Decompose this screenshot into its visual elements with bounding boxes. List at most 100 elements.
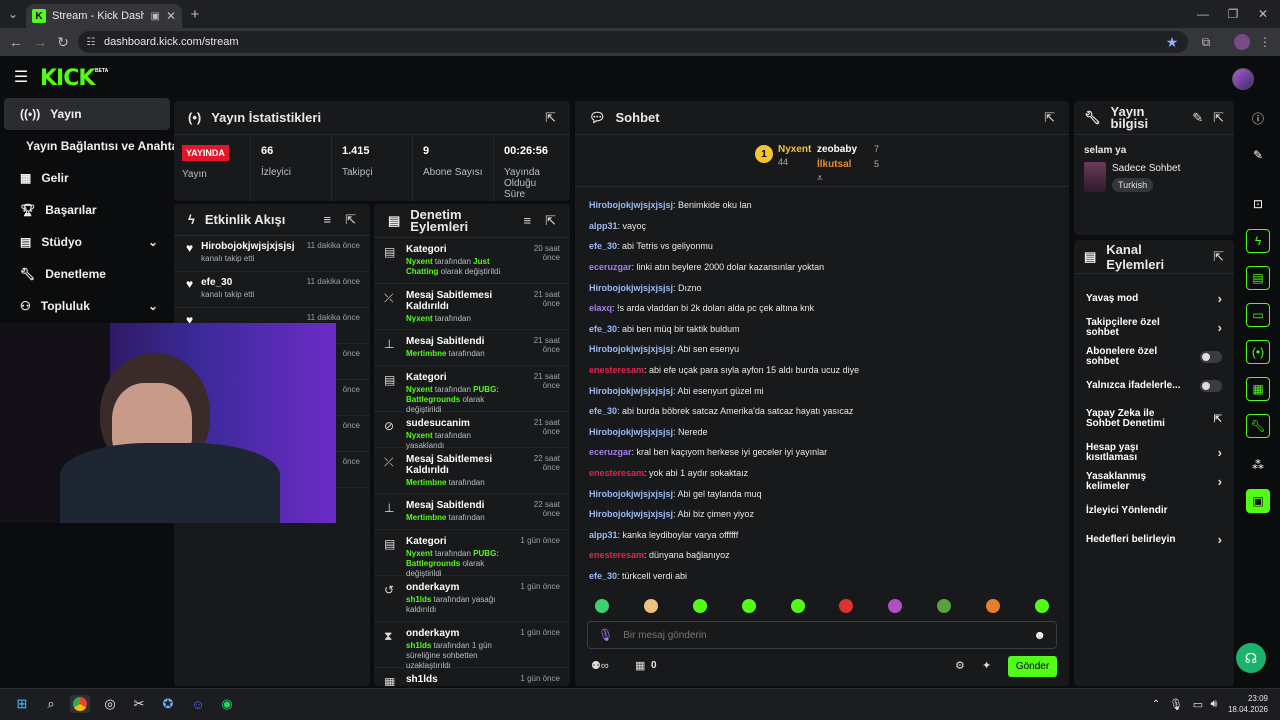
maximize-icon[interactable]: ❐ xyxy=(1226,6,1240,22)
chat-username[interactable]: Hirobojokjwjsjxjsjsj xyxy=(589,199,673,211)
channel-action-item[interactable]: Yasaklanmış kelimeler › xyxy=(1074,467,1234,496)
windows-start-icon[interactable]: ⊞ xyxy=(12,695,32,713)
emote-icon[interactable] xyxy=(741,599,756,613)
sidebar-item-moderation[interactable]: 🔧︎ Denetleme xyxy=(4,258,170,290)
wrench-icon[interactable]: 🔧︎ xyxy=(1246,414,1270,438)
activity-user[interactable]: Hirobojokjwjsjxjsjsj xyxy=(201,241,299,252)
obs-icon[interactable]: ◎ xyxy=(100,695,120,713)
category-name[interactable]: Sadece Sohbet xyxy=(1112,163,1180,174)
third-gifter-name[interactable]: İlkutsal xyxy=(817,159,851,170)
moderation-actor[interactable]: Nyxent xyxy=(406,431,433,440)
activity-item[interactable]: ♥ Hirobojokjwjsjxjsjsj kanalı takip etti… xyxy=(174,236,370,272)
moderation-item[interactable]: ▤ Kategori Nyxent tarafından PUBG: Battl… xyxy=(374,366,570,414)
emote-icon[interactable] xyxy=(937,599,952,613)
moderation-actor[interactable]: Mertimbne xyxy=(406,513,446,522)
spotify-icon[interactable]: ◉ xyxy=(217,695,237,713)
chat-input[interactable]: 🎙︎ ☻ xyxy=(587,621,1057,649)
tray-chevron-icon[interactable]: ⌃ xyxy=(1146,695,1166,713)
chat-username[interactable]: efe_30 xyxy=(589,570,617,582)
filter-icon[interactable]: ≡ xyxy=(324,212,332,228)
volume-icon[interactable]: 🔊︎ xyxy=(1204,695,1224,713)
points-icon[interactable]: ⚉∞ xyxy=(591,659,609,672)
chat-username[interactable]: Hirobojokjwjsjxjsjsj xyxy=(589,426,673,438)
browser-menu-icon[interactable]: ⋮ xyxy=(1258,34,1272,50)
moderation-actor[interactable]: sh1lds xyxy=(406,595,431,604)
emote-icon[interactable] xyxy=(595,599,609,613)
moderation-actor[interactable]: Mertimbne xyxy=(406,349,446,358)
emote-icon[interactable] xyxy=(888,599,903,613)
chat-username[interactable]: Hirobojokjwjsjxjsjsj xyxy=(589,282,673,294)
site-info-icon[interactable]: ☷ xyxy=(84,35,98,49)
sidebar-item-stream[interactable]: ((•)) Yayın xyxy=(4,98,170,130)
support-icon[interactable]: ☊ xyxy=(1236,643,1266,673)
bookmark-star-icon[interactable]: ★ xyxy=(1164,34,1180,50)
channel-action-item[interactable]: Yapay Zeka ile Sohbet Denetimi ⇱ xyxy=(1074,400,1234,438)
chat-username[interactable]: alpp31 xyxy=(589,220,618,232)
microphone-icon[interactable]: 🎙︎ xyxy=(598,628,613,642)
toggle-switch[interactable] xyxy=(1200,350,1222,363)
chat-message-field[interactable] xyxy=(623,629,1024,641)
emote-icon[interactable] xyxy=(790,599,805,613)
expand-leaderboard-icon[interactable]: ⩡ xyxy=(817,173,823,184)
chat-username[interactable]: elaxq xyxy=(589,302,612,314)
emote-icon[interactable] xyxy=(643,599,658,613)
moderation-actor[interactable]: sh1lds xyxy=(406,641,431,650)
broadcast-icon[interactable]: (•) xyxy=(1246,340,1270,364)
network-app-icon[interactable]: ✪ xyxy=(158,695,178,713)
microphone-icon[interactable]: 🎙︎ xyxy=(1166,695,1186,713)
lightning-icon[interactable]: ϟ xyxy=(1246,229,1270,253)
chat-username[interactable]: eceruzgar xyxy=(589,261,632,273)
forward-icon[interactable]: → xyxy=(32,34,48,50)
sidebar-item-stream-key[interactable]: Yayın Bağlantısı ve Anahtarı xyxy=(4,130,186,162)
moderation-item[interactable]: ⊘ sudesucanim Nyxent tarafından yasaklan… xyxy=(374,412,570,450)
moderation-actor[interactable]: Nyxent xyxy=(406,385,433,394)
info-icon[interactable]: ⓘ xyxy=(1246,106,1270,130)
chat-username[interactable]: eceruzgar xyxy=(589,446,632,458)
chat-username[interactable]: alpp31 xyxy=(589,529,618,541)
emoji-icon[interactable]: ☻ xyxy=(1033,628,1046,642)
channel-action-item[interactable]: Takipçilere özel sohbet › xyxy=(1074,313,1234,342)
chat-username[interactable]: Hirobojokjwjsjxjsjsj xyxy=(589,488,673,500)
extensions-icon[interactable]: ⧉ xyxy=(1198,34,1214,50)
channel-action-item[interactable]: Hedefleri belirleyin › xyxy=(1074,525,1234,554)
moderation-item[interactable]: ⤫ Mesaj Sabitlemesi Kaldırıldı Nyxent ta… xyxy=(374,284,570,330)
moderation-actor[interactable]: Mertimbne xyxy=(406,478,446,487)
channel-action-item[interactable]: Yalnızca ifadelerle... xyxy=(1074,371,1234,400)
emote-icon[interactable] xyxy=(839,599,854,613)
document-icon[interactable]: ▤ xyxy=(1246,266,1270,290)
channel-action-item[interactable]: İzleyici Yönlendir xyxy=(1074,496,1234,525)
tab-list-icon[interactable]: ⌄ xyxy=(4,6,22,22)
new-tab-icon[interactable]: + xyxy=(188,6,202,23)
chrome-icon[interactable] xyxy=(70,695,90,713)
category-thumbnail[interactable] xyxy=(1084,162,1106,192)
chat-username[interactable]: Hirobojokjwjsjxjsjsj xyxy=(589,385,673,397)
popout-icon[interactable]: ⇱ xyxy=(545,110,556,126)
reload-icon[interactable]: ↻ xyxy=(55,34,71,50)
edit-icon[interactable]: ✎ xyxy=(1192,110,1203,126)
moderation-item[interactable]: ⊥ Mesaj Sabitlendi Mertimbne tarafından … xyxy=(374,330,570,366)
filter-icon[interactable]: ≡ xyxy=(524,213,532,229)
send-button[interactable]: Gönder xyxy=(1008,656,1057,677)
edit-icon[interactable]: ✎ xyxy=(1246,143,1270,167)
search-icon[interactable]: ⌕ xyxy=(41,695,61,713)
top-gifter-name[interactable]: Nyxent xyxy=(778,144,811,155)
moderation-item[interactable]: ▤ Kategori Nyxent tarafından Just Chatti… xyxy=(374,238,570,284)
popout-icon[interactable]: ⇱ xyxy=(1044,110,1055,126)
url-input[interactable]: dashboard.kick.com/stream xyxy=(78,31,1188,53)
capcut-icon[interactable]: ✂ xyxy=(129,695,149,713)
moderation-actor[interactable]: Nyxent xyxy=(406,549,433,558)
sidebar-item-revenue[interactable]: ▦ Gelir xyxy=(4,162,170,194)
moderation-item[interactable]: ↺ onderkaym sh1lds tarafından yasağı kal… xyxy=(374,576,570,622)
chat-username[interactable]: Hirobojokjwjsjxjsjsj xyxy=(589,508,673,520)
chat-username[interactable]: efe_30 xyxy=(589,323,617,335)
emote-icon[interactable] xyxy=(986,599,1000,613)
tab-close-icon[interactable]: ✕ xyxy=(166,9,176,23)
mod-view-icon[interactable]: ▣ xyxy=(1246,489,1270,513)
second-gifter-name[interactable]: zeobaby xyxy=(817,144,857,155)
clock[interactable]: 23:09 18.04.2026 xyxy=(1226,693,1268,715)
chat-username[interactable]: enesteresam xyxy=(589,549,644,561)
chat-settings-icon[interactable]: ⚙ xyxy=(955,659,965,672)
popout-icon[interactable]: ⇱ xyxy=(1213,249,1224,265)
tab-share-icon[interactable]: ▣ xyxy=(150,11,159,22)
moderation-item[interactable]: ⤫ Mesaj Sabitlemesi Kaldırıldı Mertimbne… xyxy=(374,448,570,494)
